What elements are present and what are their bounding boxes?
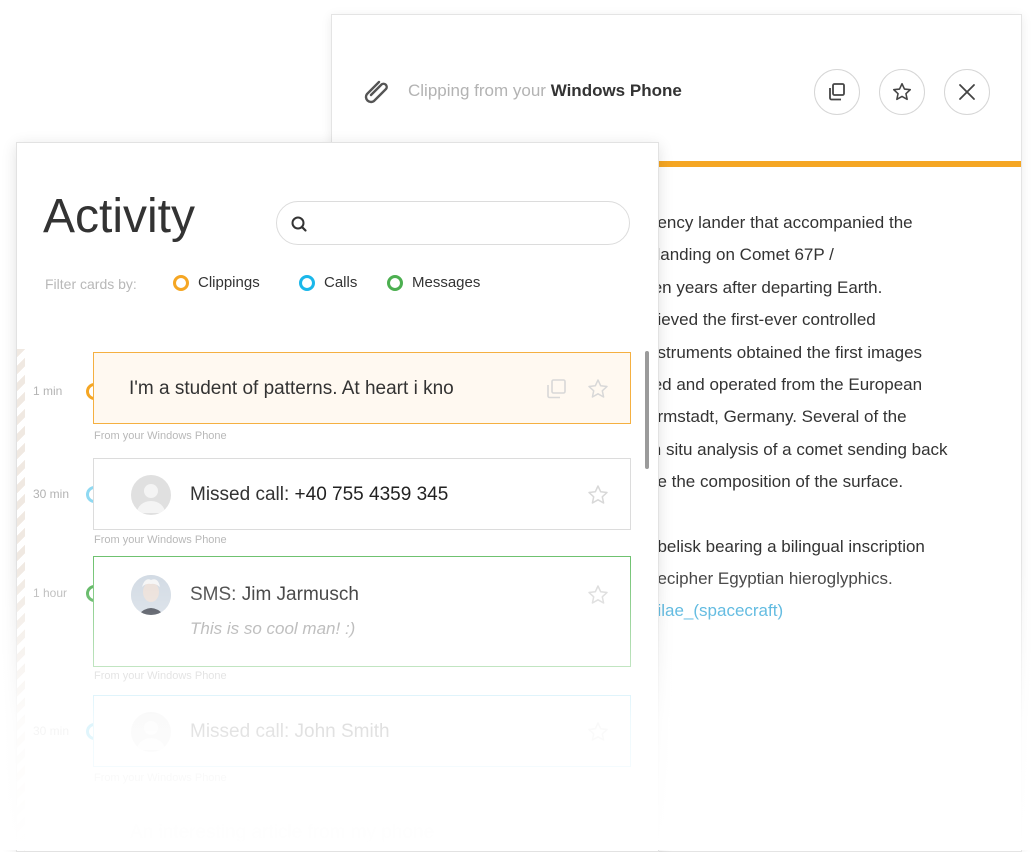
- copy-button[interactable]: [814, 69, 860, 115]
- clipping-card[interactable]: I'm a student of patterns. At heart i kn…: [93, 352, 631, 424]
- card-source: From your Windows Phone: [94, 772, 227, 784]
- messages-ring-icon: [387, 274, 403, 291]
- star-icon[interactable]: [586, 483, 610, 507]
- activity-panel: Activity Filter cards by: Clippings Call…: [16, 142, 659, 852]
- clipping-line: decipher Egyptian hieroglyphics.: [648, 569, 893, 589]
- filter-calls[interactable]: Calls: [299, 274, 357, 291]
- clipping-line: ten years after departing Earth.: [648, 277, 883, 297]
- sms-message: This is so cool man! :): [190, 619, 356, 638]
- star-icon[interactable]: [586, 377, 610, 401]
- filter-clippings-label: Clippings: [198, 274, 260, 291]
- clipping-line: armstadt, Germany. Several of the: [648, 407, 907, 427]
- avatar: [131, 712, 171, 752]
- card-time: 1 hour: [33, 586, 68, 600]
- clipping-line: l landing on Comet 67P /: [648, 245, 834, 265]
- filter-messages-label: Messages: [412, 274, 481, 291]
- filter-clippings[interactable]: Clippings: [173, 274, 260, 291]
- copy-icon[interactable]: [544, 377, 568, 401]
- avatar: [131, 475, 171, 515]
- clipping-line: nstruments obtained the first images: [648, 342, 923, 362]
- call-card[interactable]: Missed call: John Smith: [93, 695, 631, 767]
- clipping-body: gency lander that accompanied the l land…: [648, 207, 1008, 628]
- scrollbar[interactable]: [645, 351, 649, 469]
- filter-messages[interactable]: Messages: [387, 274, 480, 291]
- clipping-header: Clipping from your Windows Phone: [332, 15, 1021, 161]
- calls-ring-icon: [299, 274, 315, 291]
- avatar: [131, 575, 171, 615]
- clipping-line: in situ analysis of a comet sending back: [648, 439, 948, 459]
- clipping-line: gency lander that accompanied the: [648, 213, 913, 232]
- clippings-ring-icon: [173, 274, 189, 291]
- card-source: From your Windows Phone: [94, 670, 227, 682]
- clipping-title: Clipping from your Windows Phone: [408, 81, 682, 100]
- close-icon: [959, 84, 975, 100]
- filter-calls-label: Calls: [324, 274, 358, 291]
- sms-card[interactable]: SMS: Jim Jarmusch This is so cool man! :…: [93, 556, 631, 667]
- person-icon: [137, 484, 165, 513]
- card-text: Missed call: +40 755 4359 345: [190, 484, 449, 505]
- star-icon: [892, 82, 912, 101]
- favorite-button[interactable]: [879, 69, 925, 115]
- card-source: From your Windows Phone: [94, 430, 227, 442]
- person-icon: [137, 721, 165, 750]
- card-text: SMS: Jim Jarmusch: [190, 584, 359, 605]
- card-time: 30 min: [33, 724, 70, 738]
- contact-photo-icon: [131, 575, 171, 615]
- search-input[interactable]: [276, 201, 630, 245]
- card-text: Missed call: John Smith: [190, 721, 390, 742]
- card-time: 30 min: [33, 487, 70, 501]
- timeline-rail: [17, 349, 25, 851]
- clipping-line: hieved the first-ever controlled: [648, 310, 876, 330]
- close-button[interactable]: [944, 69, 990, 115]
- list-item: An interesting article from my phone: [130, 822, 435, 843]
- clipping-line: obelisk bearing a bilingual inscription: [648, 536, 925, 556]
- card-time: 1 min: [33, 384, 63, 398]
- clipping-line: ne the composition of the surface.: [648, 472, 904, 492]
- source-link[interactable]: hilae_(spacecraft): [648, 595, 1008, 627]
- card-text: I'm a student of patterns. At heart i kn…: [129, 378, 454, 399]
- filter-label: Filter cards by:: [45, 276, 137, 292]
- paperclip-icon: [364, 80, 388, 104]
- call-card[interactable]: Missed call: +40 755 4359 345: [93, 458, 631, 530]
- clipping-line: ted and operated from the European: [648, 375, 923, 395]
- star-icon[interactable]: [586, 583, 610, 607]
- card-source: From your Windows Phone: [94, 534, 227, 546]
- search-icon: [291, 216, 307, 232]
- star-icon[interactable]: [586, 720, 610, 744]
- page-title: Activity: [43, 190, 196, 243]
- copy-icon: [829, 83, 845, 101]
